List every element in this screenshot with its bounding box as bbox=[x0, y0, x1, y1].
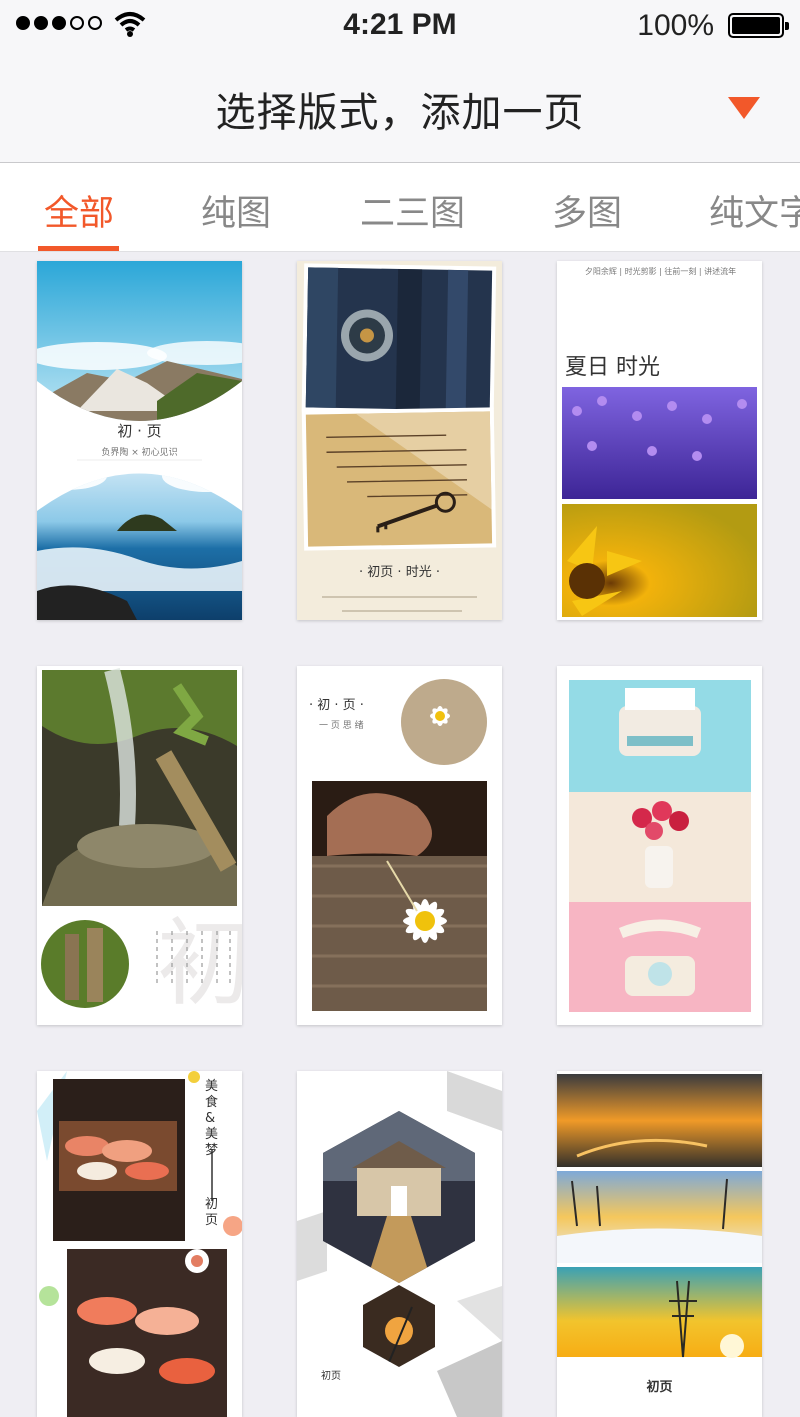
template-card-waterfall[interactable]: 初 bbox=[37, 666, 242, 1025]
tab-pure-text[interactable]: 纯文字 bbox=[709, 185, 800, 236]
nav-bar: 选择版式，添加一页 bbox=[0, 52, 800, 163]
template-thumbnail bbox=[557, 261, 762, 620]
template-title: 初页 bbox=[321, 1371, 341, 1382]
template-header-text: 夕阳余辉 | 时光剪影 | 往前一刻 | 讲述流年 bbox=[584, 267, 737, 276]
page-title: 选择版式，添加一页 bbox=[215, 90, 585, 136]
template-card-sunset[interactable]: 初页 bbox=[557, 1071, 762, 1417]
template-card-door-letter[interactable]: · 初页 · 时光 · bbox=[297, 261, 502, 620]
dropdown-triangle-icon[interactable] bbox=[728, 97, 760, 119]
template-card-mountain-sea[interactable]: 初 · 页 负界陶 × 初心见识 bbox=[37, 261, 242, 620]
template-title: · 初 · 页 · bbox=[309, 698, 364, 713]
template-title: 初 · 页 bbox=[117, 422, 162, 440]
status-bar: 4:21 PM 100% bbox=[0, 0, 800, 52]
tab-two-three-images[interactable]: 二三图 bbox=[360, 185, 465, 236]
tab-all[interactable]: 全部 bbox=[44, 185, 114, 236]
template-side-text-2: 初页 bbox=[205, 1197, 219, 1228]
template-card-vintage-objects[interactable] bbox=[557, 666, 762, 1025]
active-tab-indicator bbox=[38, 246, 119, 251]
tab-multi-image[interactable]: 多图 bbox=[552, 185, 622, 236]
template-card-sushi[interactable]: 美食&美梦 初页 bbox=[37, 1071, 242, 1417]
template-card-summer[interactable]: 夕阳余辉 | 时光剪影 | 往前一刻 | 讲述流年 夏日 时光 bbox=[557, 261, 762, 620]
category-tabs: 全部 纯图 二三图 多图 纯文字 bbox=[0, 163, 800, 252]
template-thumbnail bbox=[557, 666, 762, 1025]
template-subtitle: 一 页 思 绪 bbox=[319, 721, 364, 731]
template-thumbnail bbox=[297, 1071, 502, 1417]
template-title: · 初页 · 时光 · bbox=[359, 565, 440, 580]
template-watermark-char: 初 bbox=[157, 909, 242, 1019]
template-card-daisy[interactable]: · 初 · 页 · 一 页 思 绪 bbox=[297, 666, 502, 1025]
template-side-text: 美食&美梦 bbox=[205, 1079, 219, 1158]
template-title: 夏日 时光 bbox=[565, 355, 660, 380]
battery-icon bbox=[728, 13, 789, 38]
template-thumbnail bbox=[557, 1071, 762, 1417]
template-card-hexagon[interactable]: 初页 bbox=[297, 1071, 502, 1417]
battery-percent: 100% bbox=[637, 9, 714, 42]
template-title: 初页 bbox=[646, 1380, 673, 1395]
template-thumbnail: 初 bbox=[37, 666, 242, 1025]
template-subtitle: 负界陶 × 初心见识 bbox=[101, 448, 178, 458]
tab-pure-image[interactable]: 纯图 bbox=[201, 185, 271, 236]
